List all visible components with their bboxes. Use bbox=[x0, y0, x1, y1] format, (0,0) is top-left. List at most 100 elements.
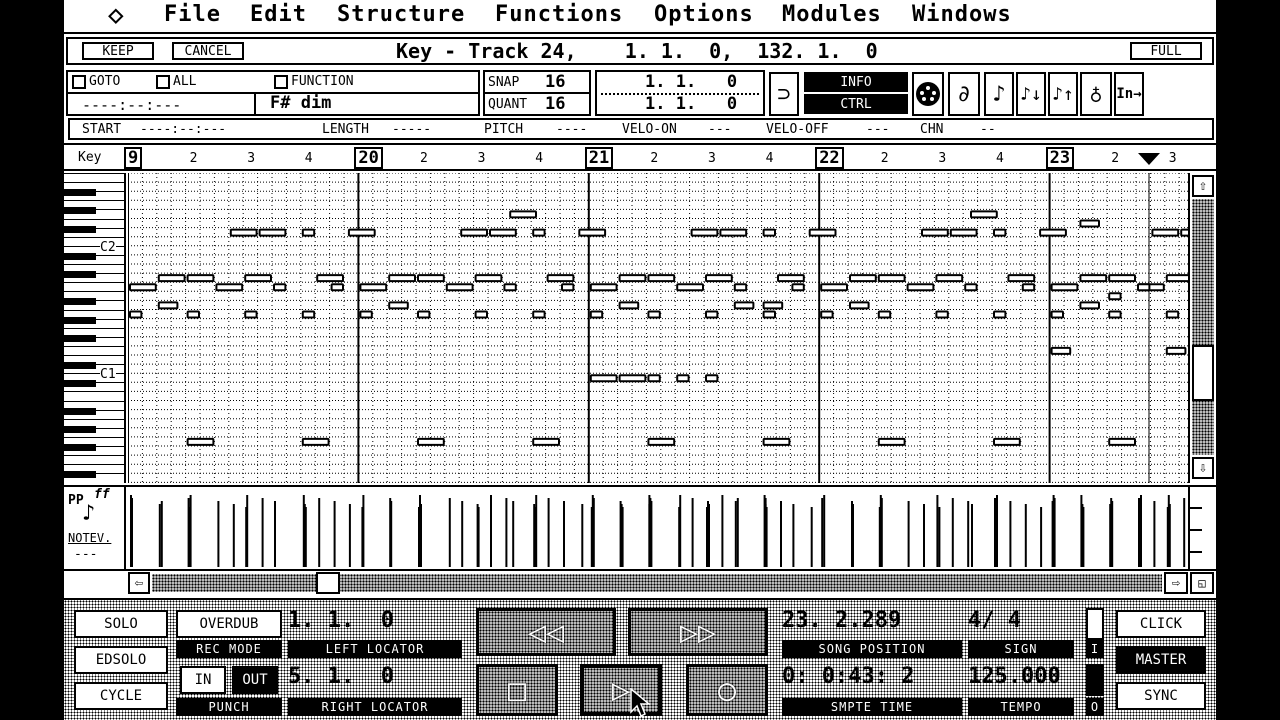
black-key[interactable] bbox=[64, 252, 96, 260]
menu-windows[interactable]: Windows bbox=[912, 2, 1012, 27]
song-position-display[interactable]: 23. 2.289 bbox=[782, 608, 962, 640]
velo-on-value[interactable]: --- bbox=[708, 122, 731, 137]
h-scroll-track[interactable] bbox=[152, 574, 1162, 592]
foot-icon[interactable]: ♁ bbox=[1080, 72, 1112, 116]
rewind-button[interactable]: ◁◁ bbox=[476, 608, 616, 656]
ear-icon[interactable]: ∂ bbox=[948, 72, 980, 116]
editor-title-bar: KEEP CANCEL Key - Track 24, 1. 1. 0, 132… bbox=[66, 37, 1214, 65]
midi-connector-icon[interactable] bbox=[912, 72, 944, 116]
sync-button[interactable]: SYNC bbox=[1116, 682, 1206, 710]
velo-off-value[interactable]: --- bbox=[866, 122, 889, 137]
horizontal-scrollbar[interactable]: ⇦ ⇨ ◱ bbox=[128, 572, 1216, 596]
smpte-time-display[interactable]: 0: 0:43: 2 bbox=[782, 664, 962, 696]
c1-label: C1 bbox=[100, 367, 116, 382]
punch-in-button[interactable]: IN bbox=[180, 666, 226, 694]
menu-options[interactable]: Options bbox=[654, 2, 754, 27]
black-key[interactable] bbox=[64, 225, 96, 233]
cycle-button[interactable]: CYCLE bbox=[74, 682, 168, 710]
black-key[interactable] bbox=[64, 443, 96, 451]
menu-structure[interactable]: Structure bbox=[337, 2, 465, 27]
menu-functions[interactable]: Functions bbox=[495, 2, 623, 27]
song-position-marker-icon[interactable] bbox=[1138, 153, 1160, 167]
goto-panel: GOTO ALL FUNCTION ----:--:--- F# dim bbox=[66, 70, 480, 116]
menu-modules[interactable]: Modules bbox=[782, 2, 882, 27]
record-button[interactable]: ○ bbox=[686, 664, 768, 716]
signature-display[interactable]: 4/ 4 bbox=[968, 608, 1074, 640]
ctrl-button[interactable]: CTRL bbox=[804, 94, 908, 114]
play-icon: ▷ bbox=[611, 672, 631, 708]
c2-label: C2 bbox=[100, 240, 116, 255]
scroll-thumb[interactable] bbox=[1192, 345, 1214, 401]
black-key[interactable] bbox=[64, 334, 96, 342]
fast-forward-button[interactable]: ▷▷ bbox=[628, 608, 768, 656]
overdub-button[interactable]: OVERDUB bbox=[176, 610, 282, 638]
punch-out-button[interactable]: OUT bbox=[232, 666, 278, 694]
note-grid[interactable] bbox=[128, 173, 1188, 483]
scroll-up-icon[interactable]: ⇧ bbox=[1192, 175, 1214, 197]
cancel-button[interactable]: CANCEL bbox=[172, 42, 244, 60]
black-key[interactable] bbox=[64, 362, 96, 369]
all-toggle[interactable]: ALL bbox=[156, 74, 196, 89]
all-checkbox-icon[interactable] bbox=[156, 74, 170, 89]
click-button[interactable]: CLICK bbox=[1116, 610, 1206, 638]
black-key[interactable] bbox=[64, 189, 96, 197]
start-value[interactable]: ----:--:--- bbox=[140, 122, 226, 137]
velocity-bars-canvas[interactable] bbox=[128, 487, 1198, 571]
solo-button[interactable]: SOLO bbox=[74, 610, 168, 638]
mouse-position-bottom: 1. 1. 0 bbox=[645, 94, 738, 114]
scroll-right-icon[interactable]: ⇨ bbox=[1164, 572, 1188, 594]
function-checkbox-icon[interactable] bbox=[274, 74, 288, 89]
note-up-icon[interactable]: ♪↑ bbox=[1048, 72, 1078, 116]
tempo-display[interactable]: 125.000 bbox=[968, 664, 1074, 696]
note-icon: ♪ bbox=[82, 501, 96, 526]
note-down-icon[interactable]: ♪↓ bbox=[1016, 72, 1046, 116]
stop-button[interactable]: □ bbox=[476, 664, 558, 716]
quant-value[interactable]: 16 bbox=[545, 94, 565, 114]
edsolo-button[interactable]: EDSOLO bbox=[74, 646, 168, 674]
ruler-beat-number: 2 bbox=[650, 151, 659, 166]
black-key[interactable] bbox=[64, 207, 96, 215]
snap-value[interactable]: 16 bbox=[545, 72, 565, 92]
function-toggle[interactable]: FUNCTION bbox=[274, 74, 354, 89]
black-key[interactable] bbox=[64, 298, 96, 306]
black-key[interactable] bbox=[64, 380, 96, 388]
full-button[interactable]: FULL bbox=[1130, 42, 1202, 60]
chn-value[interactable]: -- bbox=[980, 122, 996, 137]
left-locator-display[interactable]: 1. 1. 0 bbox=[288, 608, 462, 640]
bar-ruler[interactable]: Key 9 2 3 4 20 2 3 4 21 2 3 4 22 2 3 4 23 2 3 bbox=[64, 143, 1216, 171]
scroll-left-icon[interactable]: ⇦ bbox=[128, 572, 150, 594]
h-scroll-thumb[interactable] bbox=[316, 572, 340, 594]
tempo-caption: TEMPO bbox=[968, 698, 1074, 716]
ruler-beat-number: 3 bbox=[938, 151, 947, 166]
size-box-icon[interactable]: ◱ bbox=[1190, 572, 1214, 594]
midi-in-icon[interactable]: In→ bbox=[1114, 72, 1144, 116]
velocity-lane-header[interactable]: PP ff ♪ NOTEV. --- bbox=[64, 487, 126, 571]
mouse-position-panel: 1. 1. 0 1. 1. 0 bbox=[595, 70, 765, 116]
black-key[interactable] bbox=[64, 407, 96, 415]
goto-time-field[interactable]: ----:--:--- bbox=[82, 96, 181, 114]
master-button[interactable]: MASTER bbox=[1116, 646, 1206, 674]
note-icon[interactable]: ♪ bbox=[984, 72, 1014, 116]
velocity-scale bbox=[1188, 487, 1216, 571]
black-key[interactable] bbox=[64, 425, 96, 433]
length-value[interactable]: ----- bbox=[392, 122, 431, 137]
scroll-track[interactable] bbox=[1192, 199, 1214, 455]
velocity-bars[interactable] bbox=[128, 487, 1198, 571]
scroll-down-icon[interactable]: ⇩ bbox=[1192, 457, 1214, 479]
black-key[interactable] bbox=[64, 271, 96, 278]
black-key[interactable] bbox=[64, 316, 96, 324]
right-locator-display[interactable]: 5. 1. 0 bbox=[288, 664, 462, 696]
atari-logo-icon[interactable]: ◇ bbox=[108, 0, 125, 30]
info-button[interactable]: INFO bbox=[804, 72, 908, 92]
black-key[interactable] bbox=[64, 471, 96, 479]
goto-toggle[interactable]: GOTO bbox=[72, 74, 120, 89]
piano-keyboard[interactable]: C2 C1 bbox=[64, 173, 126, 483]
menu-file[interactable]: File bbox=[164, 2, 221, 27]
loop-icon[interactable]: ⊃ bbox=[769, 72, 799, 116]
pitch-value[interactable]: ---- bbox=[556, 122, 587, 137]
goto-checkbox-icon[interactable] bbox=[72, 74, 86, 89]
note-grid-canvas[interactable] bbox=[128, 173, 1188, 483]
keep-button[interactable]: KEEP bbox=[82, 42, 154, 60]
vertical-scrollbar[interactable]: ⇧ ⇩ bbox=[1188, 173, 1216, 483]
menu-edit[interactable]: Edit bbox=[250, 2, 307, 27]
